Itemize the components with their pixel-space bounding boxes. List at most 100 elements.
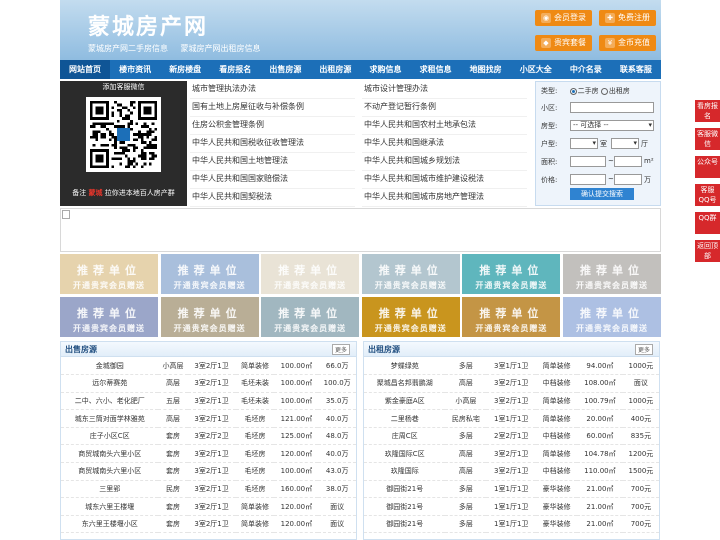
recommend-ad-slot[interactable]: 推荐单位 开通贵宾会员赠送	[160, 297, 259, 337]
listing-name[interactable]: 梦蝶绿苑	[364, 357, 446, 376]
recommend-ad-slot[interactable]: 推荐单位 开通贵宾会员赠送	[563, 297, 661, 337]
coin-recharge-button[interactable]: ¥ 金币充值	[599, 35, 656, 51]
banner-image[interactable]	[60, 208, 661, 252]
listing-row[interactable]: 御园街21号 多层 1室1厅1卫 豪华装修 21.00㎡ 700元	[364, 515, 659, 534]
listing-row[interactable]: 东六里王楼堰小区 套房 3室2厅1卫 简单装修 120.00㎡ 面议	[61, 515, 356, 534]
regulation-link[interactable]: 国有土地上房屋征收与补偿条例	[190, 99, 355, 117]
listing-name[interactable]: 玖隆国际	[364, 462, 446, 481]
sidebar-button[interactable]: 看房报名	[695, 100, 720, 122]
listing-row[interactable]: 梦蝶绿苑 多层 3室1厅1卫 简单装修 94.00㎡ 1000元	[364, 357, 659, 376]
area-min-input[interactable]	[570, 156, 606, 167]
listing-name[interactable]: 紫金豪庭A区	[364, 392, 446, 411]
listing-name[interactable]: 远尔蒂赛苑	[61, 374, 159, 393]
nav-item[interactable]: 楼市资讯	[110, 60, 160, 79]
listing-row[interactable]: 商贸城南头六里小区 套房 3室2厅1卫 毛坯房 100.00㎡ 43.0万	[61, 462, 356, 481]
listing-row[interactable]: 玖隆国际 高层 3室2厅1卫 中档装修 110.00㎡ 1500元	[364, 462, 659, 481]
listing-name[interactable]: 三里郢	[61, 480, 159, 499]
price-min-input[interactable]	[570, 174, 606, 185]
listing-row[interactable]: 玖隆国际C区 高层 3室2厅1卫 简单装修 104.78㎡ 1200元	[364, 444, 659, 464]
listing-name[interactable]: 东六里王楼堰小区	[61, 515, 159, 534]
regulation-link[interactable]: 中华人民共和国农村土地承包法	[362, 117, 527, 135]
listing-row[interactable]: 二里杨巷 民房私宅 1室1厅1卫 简单装修 20.00㎡ 400元	[364, 409, 659, 428]
regulation-link[interactable]: 城市管理执法办法	[190, 81, 355, 99]
housetype-select[interactable]: -- 可选择 --	[570, 120, 654, 131]
regulation-link[interactable]: 中华人民共和国城市维护建设税法	[362, 171, 527, 189]
sidebar-button[interactable]: 客服QQ号	[695, 184, 720, 206]
site-logo[interactable]: 蒙城房产网	[88, 9, 208, 41]
listing-name[interactable]: 庄周C区	[364, 427, 446, 446]
regulation-link[interactable]: 中华人民共和国税收征收管理法	[190, 135, 355, 153]
recommend-ad-slot[interactable]: 推荐单位 开通贵宾会员赠送	[261, 254, 360, 294]
listing-name[interactable]: 玖隆国际C区	[364, 444, 446, 464]
listing-name[interactable]: 庄子小区C区	[61, 427, 159, 446]
recommend-ad-slot[interactable]: 推荐单位 开通贵宾会员赠送	[261, 297, 360, 337]
recommend-ad-slot[interactable]: 推荐单位 开通贵宾会员赠送	[60, 297, 158, 337]
listing-name[interactable]: 城东三筒对面学林雅苑	[61, 409, 159, 428]
recommend-ad-slot[interactable]: 推荐单位 开通贵宾会员赠送	[462, 297, 561, 337]
nav-item[interactable]: 看房报名	[210, 60, 260, 79]
regulation-link[interactable]: 中华人民共和国城乡规划法	[362, 153, 527, 171]
secondhand-link[interactable]: 蒙城房产网二手房信息	[88, 44, 168, 53]
nav-item[interactable]: 求购信息	[360, 60, 410, 79]
listing-row[interactable]: 庄子小区C区 套房 3室2厅2卫 毛坯房 125.00㎡ 48.0万	[61, 427, 356, 446]
regulation-link[interactable]: 中华人民共和国土地管理法	[190, 153, 355, 171]
listing-name[interactable]: 二中、六小、老化肥厂	[61, 392, 159, 411]
listing-row[interactable]: 商贸城南头六里小区 套房 3室2厅1卫 毛坯房 120.00㎡ 40.0万	[61, 444, 356, 464]
nav-item[interactable]: 地图找房	[461, 60, 511, 79]
price-max-input[interactable]	[614, 174, 642, 185]
listing-name[interactable]: 商贸城南头六里小区	[61, 444, 159, 464]
nav-item[interactable]: 中介名录	[561, 60, 611, 79]
listing-name[interactable]: 御园街21号	[364, 480, 446, 499]
vip-package-button[interactable]: ◆ 贵宾套餐	[535, 35, 592, 51]
sidebar-button[interactable]: 公众号	[695, 156, 720, 178]
login-button[interactable]: ◉ 会员登录	[535, 10, 592, 26]
listing-row[interactable]: 城东三筒对面学林雅苑 高层 3室2厅1卫 毛坯房 121.00㎡ 40.0万	[61, 409, 356, 428]
nav-item[interactable]: 出租房源	[310, 60, 360, 79]
listing-name[interactable]: 御园街21号	[364, 497, 446, 516]
recommend-ad-slot[interactable]: 推荐单位 开通贵宾会员赠送	[60, 254, 158, 294]
area-max-input[interactable]	[614, 156, 642, 167]
listing-name[interactable]: 聚城昌名邦翡鹏湖	[364, 374, 446, 393]
listing-name[interactable]: 城东六里王楼堰	[61, 497, 159, 516]
regulation-link[interactable]: 中华人民共和国继承法	[362, 135, 527, 153]
nav-item[interactable]: 联系客服	[611, 60, 661, 79]
regulation-link[interactable]: 不动产登记暂行条例	[362, 99, 527, 117]
radio-secondhand[interactable]: 二手房	[569, 87, 599, 95]
nav-item[interactable]: 小区大全	[511, 60, 561, 79]
rent-more-button[interactable]: 更多	[634, 344, 653, 355]
listing-row[interactable]: 二中、六小、老化肥厂 五层 3室2厅1卫 毛坯未装 100.00㎡ 35.0万	[61, 392, 356, 411]
recommend-ad-slot[interactable]: 推荐单位 开通贵宾会员赠送	[160, 254, 259, 294]
listing-row[interactable]: 御园街21号 多层 1室1厅1卫 豪华装修 21.00㎡ 700元	[364, 497, 659, 516]
recommend-ad-slot[interactable]: 推荐单位 开通贵宾会员赠送	[361, 254, 460, 294]
regulation-link[interactable]: 中华人民共和国契税法	[190, 189, 355, 207]
nav-item[interactable]: 出售房源	[260, 60, 310, 79]
regulation-link[interactable]: 城市设计管理办法	[362, 81, 527, 99]
nav-item[interactable]: 网站首页	[60, 60, 111, 79]
recommend-ad-slot[interactable]: 推荐单位 开通贵宾会员赠送	[361, 297, 460, 337]
listing-row[interactable]: 三里郢 民房 3室2厅1卫 毛坯房 160.00㎡ 38.0万	[61, 480, 356, 499]
regulation-link[interactable]: 中华人民共和国国家赔偿法	[190, 171, 355, 189]
community-input[interactable]	[570, 102, 654, 113]
regulation-link[interactable]: 住房公积金管理条例	[190, 117, 355, 135]
register-button[interactable]: ✚ 免费注册	[599, 10, 656, 26]
rental-link[interactable]: 蒙城房产网出租房信息	[181, 44, 261, 53]
listing-row[interactable]: 城东六里王楼堰 套房 3室2厅1卫 简单装修 120.00㎡ 面议	[61, 497, 356, 516]
sidebar-button[interactable]: 客服微信	[695, 128, 720, 150]
listing-name[interactable]: 御园街21号	[364, 515, 446, 534]
recommend-ad-slot[interactable]: 推荐单位 开通贵宾会员赠送	[563, 254, 661, 294]
regulation-link[interactable]: 中华人民共和国城市房地产管理法	[362, 189, 527, 207]
listing-name[interactable]: 商贸城南头六里小区	[61, 462, 159, 481]
listing-row[interactable]: 庄周C区 多层 2室2厅1卫 中档装修 60.00㎡ 835元	[364, 427, 659, 446]
radio-rental[interactable]: 出租房	[600, 87, 630, 95]
listing-row[interactable]: 御园街21号 多层 1室1厅1卫 豪华装修 21.00㎡ 700元	[364, 480, 659, 499]
nav-item[interactable]: 求租信息	[411, 60, 461, 79]
listing-name[interactable]: 二里杨巷	[364, 409, 446, 428]
listing-row[interactable]: 聚城昌名邦翡鹏湖 高层 3室2厅1卫 中档装修 108.00㎡ 面议	[364, 374, 659, 393]
listing-name[interactable]: 金城御园	[61, 357, 159, 376]
nav-item[interactable]: 新房楼盘	[160, 60, 210, 79]
hall-select[interactable]	[611, 138, 639, 149]
room-select[interactable]	[570, 138, 598, 149]
listing-row[interactable]: 金城御园 小高层 3室2厅1卫 简单装修 100.00㎡ 66.0万	[61, 357, 356, 376]
sale-more-button[interactable]: 更多	[331, 344, 350, 355]
sidebar-button[interactable]: 返回顶部	[695, 240, 720, 262]
